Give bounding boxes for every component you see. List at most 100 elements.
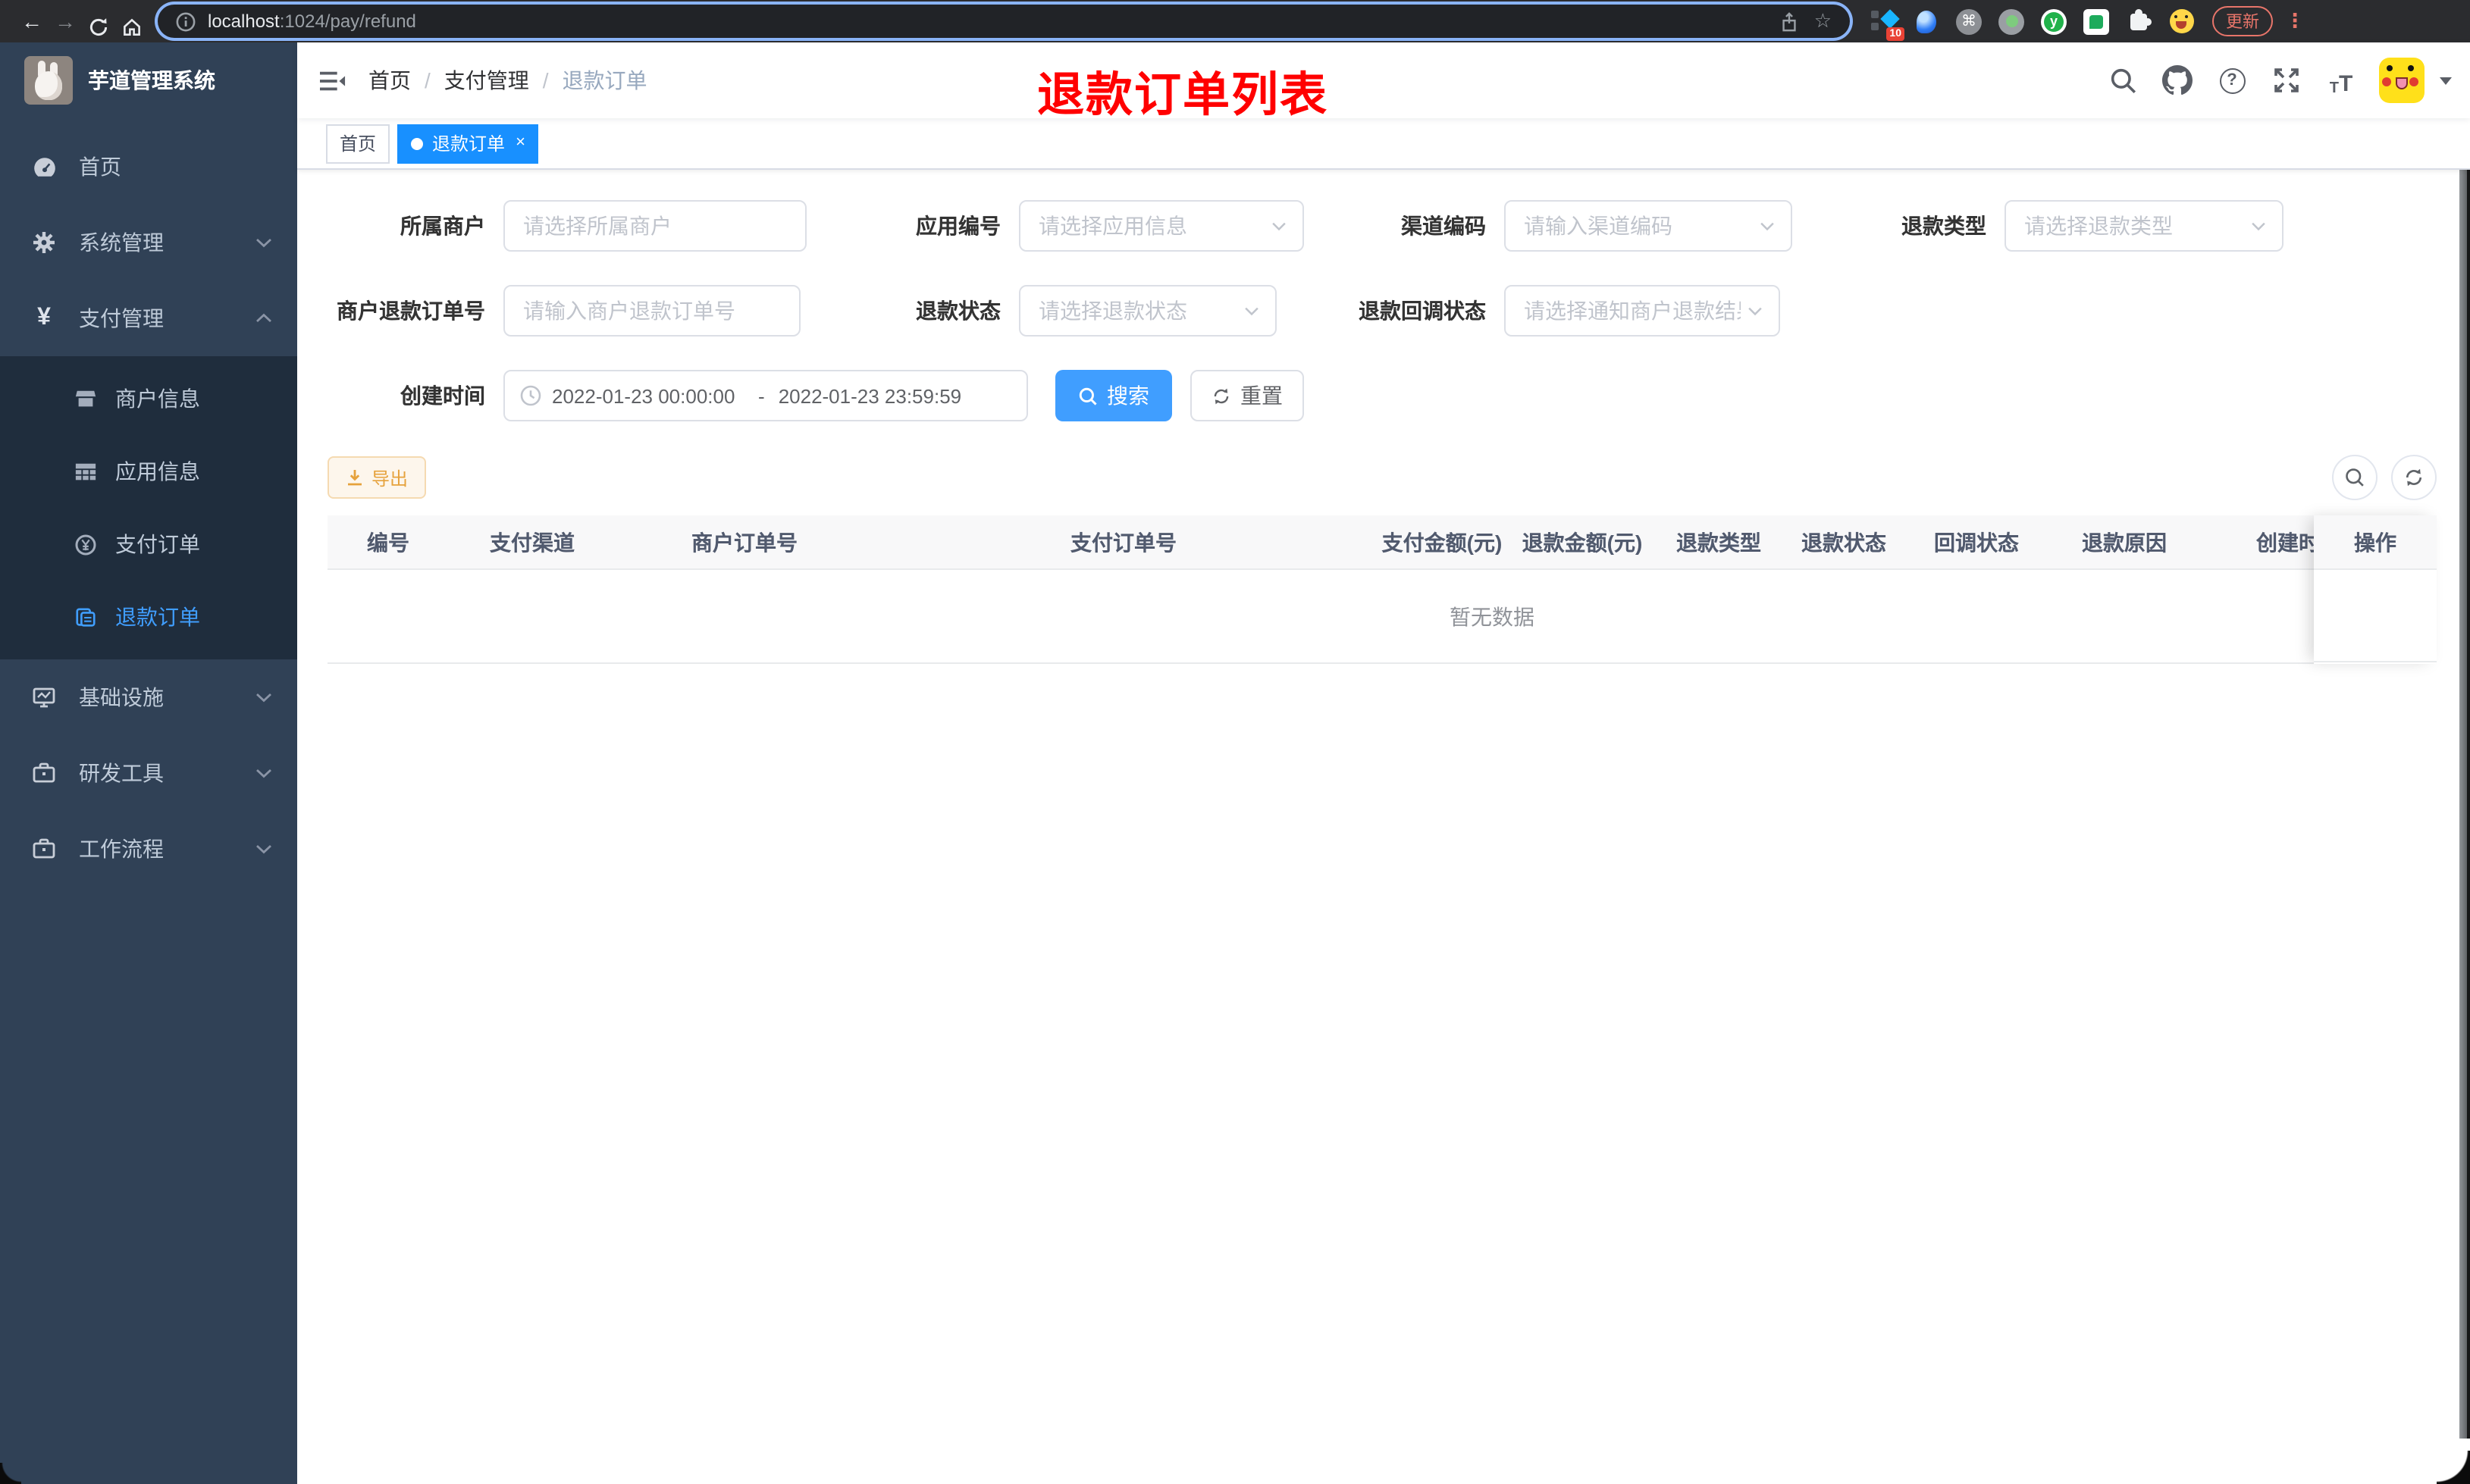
- help-icon[interactable]: ?: [2215, 64, 2249, 97]
- breadcrumb-current: 退款订单: [562, 68, 647, 92]
- app-logo-row[interactable]: 芋道管理系统: [0, 42, 297, 118]
- channel-code-label: 渠道编码: [1401, 214, 1486, 238]
- sidebar-item-pay[interactable]: ¥ 支付管理: [0, 280, 297, 356]
- notify-status-select[interactable]: 请选择通知商户退款结果的回调状态: [1504, 285, 1780, 337]
- profile-emoji-icon[interactable]: [2168, 8, 2194, 34]
- channel-code-select[interactable]: 请输入渠道编码: [1504, 200, 1792, 252]
- sidebar: 芋道管理系统 首页 系统管理 ¥ 支付管理 商户信息 应用信息 支付订单 退款订…: [0, 42, 297, 1484]
- sidebar-menu: 首页 系统管理 ¥ 支付管理 商户信息 应用信息 支付订单 退款订单 基础设施 …: [0, 118, 297, 887]
- col-refund-amount: 退款金额(元): [1522, 530, 1643, 554]
- font-size-icon[interactable]: TT: [2324, 64, 2358, 97]
- chevron-down-icon: [2250, 221, 2267, 231]
- close-icon[interactable]: ×: [516, 134, 525, 152]
- chrome-menu-icon[interactable]: ⋮: [2285, 9, 2305, 33]
- table-header-row: 编号 支付渠道 商户订单号 支付订单号 支付金额(元) 退款金额(元) 退款类型…: [328, 515, 2314, 570]
- sidebar-item-devtools[interactable]: 研发工具: [0, 735, 297, 811]
- top-navbar: 首页 / 支付管理 / 退款订单 退款订单列表 ? T T: [297, 42, 2470, 121]
- create-time-label: 创建时间: [400, 384, 485, 408]
- range-end-value[interactable]: 2022-01-23 23:59:59: [779, 384, 967, 407]
- refund-status-select[interactable]: 请选择退款状态: [1019, 285, 1277, 337]
- refund-table: 编号 支付渠道 商户订单号 支付订单号 支付金额(元) 退款金额(元) 退款类型…: [328, 515, 2437, 664]
- site-info-icon[interactable]: [176, 11, 196, 31]
- address-bar[interactable]: localhost:1024/pay/refund ☆: [158, 5, 1850, 38]
- window-scrollbar[interactable]: [2459, 42, 2470, 1439]
- extension-command-icon[interactable]: ⌘: [1956, 8, 1982, 34]
- fullscreen-icon[interactable]: [2270, 64, 2303, 97]
- dashboard-icon: [30, 154, 58, 180]
- yen-icon: ¥: [37, 305, 51, 330]
- extension-recorder-icon[interactable]: [1998, 8, 2024, 34]
- notify-status-label: 退款回调状态: [1359, 299, 1486, 323]
- col-action: 操作: [2314, 515, 2437, 570]
- monitor-icon: [30, 685, 58, 709]
- fixed-action-column: 操作: [2314, 515, 2437, 664]
- col-create-time: 创建时间: [2256, 530, 2314, 554]
- browser-forward-button[interactable]: →: [49, 0, 82, 42]
- sidebar-item-app-info[interactable]: 应用信息: [0, 435, 297, 508]
- breadcrumb-home[interactable]: 首页: [368, 65, 411, 95]
- breadcrumb-pay[interactable]: 支付管理: [444, 65, 529, 95]
- clock-icon: [520, 385, 541, 406]
- browser-reload-button[interactable]: [82, 5, 115, 37]
- user-avatar[interactable]: [2379, 58, 2425, 103]
- app-no-select[interactable]: 请选择应用信息: [1019, 200, 1304, 252]
- browser-back-button[interactable]: ←: [15, 0, 49, 42]
- col-refund-status: 退款状态: [1801, 530, 1886, 554]
- empty-text: 暂无数据: [1450, 604, 1534, 628]
- chevron-down-icon: [255, 691, 273, 703]
- grid-icon: [73, 460, 97, 483]
- sidebar-item-merchant-info[interactable]: 商户信息: [0, 362, 297, 435]
- sidebar-item-workflow[interactable]: 工作流程: [0, 811, 297, 887]
- sidebar-item-system[interactable]: 系统管理: [0, 205, 297, 280]
- avatar-caret-icon[interactable]: [2440, 77, 2452, 84]
- tag-refund-order[interactable]: 退款订单 ×: [397, 124, 539, 163]
- extension-badge: 10: [1886, 27, 1904, 40]
- sidebar-item-home[interactable]: 首页: [0, 129, 297, 205]
- breadcrumb: 首页 / 支付管理 / 退款订单: [368, 65, 647, 95]
- search-button[interactable]: 搜索: [1055, 370, 1172, 421]
- refund-list-page: 所属商户 应用编号 请选择应用信息 渠道编码 请输入渠道编码 退款类型 请选择退…: [297, 170, 2470, 1484]
- pay-submenu: 商户信息 应用信息 支付订单 退款订单: [0, 356, 297, 659]
- extensions-puzzle-icon[interactable]: [2126, 8, 2152, 34]
- briefcase-icon: [30, 837, 58, 861]
- reset-button[interactable]: 重置: [1190, 370, 1304, 421]
- table-scroll-area[interactable]: 编号 支付渠道 商户订单号 支付订单号 支付金额(元) 退款金额(元) 退款类型…: [328, 515, 2314, 664]
- share-icon[interactable]: [1781, 11, 1799, 31]
- app-title: 芋道管理系统: [88, 68, 215, 92]
- show-search-toggle-button[interactable]: [2332, 455, 2378, 500]
- github-icon[interactable]: [2161, 64, 2194, 97]
- navbar-actions: ? TT: [2106, 58, 2470, 103]
- chevron-down-icon: [255, 767, 273, 779]
- extension-diamond-icon[interactable]: 10: [1871, 8, 1904, 40]
- extensions-row: 10 ⌘ y: [1871, 8, 2194, 40]
- export-button[interactable]: 导出: [328, 456, 427, 499]
- search-icon[interactable]: [2106, 64, 2139, 97]
- refund-type-select[interactable]: 请选择退款类型: [2005, 200, 2283, 252]
- merchant-refund-no-input[interactable]: [503, 285, 801, 337]
- chrome-update-button[interactable]: 更新: [2212, 6, 2273, 36]
- col-refund-type: 退款类型: [1676, 530, 1761, 554]
- chevron-down-icon: [1747, 305, 1763, 316]
- document-copy-icon: [73, 606, 97, 628]
- col-pay-order-no: 支付订单号: [1070, 530, 1177, 554]
- extension-chat-icon[interactable]: [2083, 8, 2109, 34]
- sidebar-item-infra[interactable]: 基础设施: [0, 659, 297, 735]
- extension-y-icon[interactable]: y: [2041, 8, 2067, 34]
- browser-home-button[interactable]: [115, 5, 149, 37]
- bookmark-star-icon[interactable]: ☆: [1814, 9, 1832, 33]
- sidebar-item-refund-order[interactable]: 退款订单: [0, 581, 297, 653]
- create-time-range-picker[interactable]: 2022-01-23 00:00:00 - 2022-01-23 23:59:5…: [503, 370, 1028, 421]
- extension-balloon-icon[interactable]: [1914, 8, 1939, 34]
- refund-type-label: 退款类型: [1901, 214, 1986, 238]
- tag-home[interactable]: 首页: [326, 124, 390, 163]
- briefcase-icon: [30, 761, 58, 785]
- browser-toolbar: ← → localhost:1024/pay/refund ☆ 10 ⌘ y 更…: [0, 0, 2470, 42]
- range-start-value[interactable]: 2022-01-23 00:00:00: [552, 384, 744, 407]
- chevron-down-icon: [1271, 221, 1287, 231]
- refresh-button[interactable]: [2391, 455, 2437, 500]
- sidebar-toggle-icon[interactable]: [297, 67, 368, 93]
- merchant-input[interactable]: [503, 200, 807, 252]
- sidebar-item-label: 研发工具: [79, 761, 164, 785]
- sidebar-item-pay-order[interactable]: 支付订单: [0, 508, 297, 581]
- refund-status-label: 退款状态: [916, 299, 1001, 323]
